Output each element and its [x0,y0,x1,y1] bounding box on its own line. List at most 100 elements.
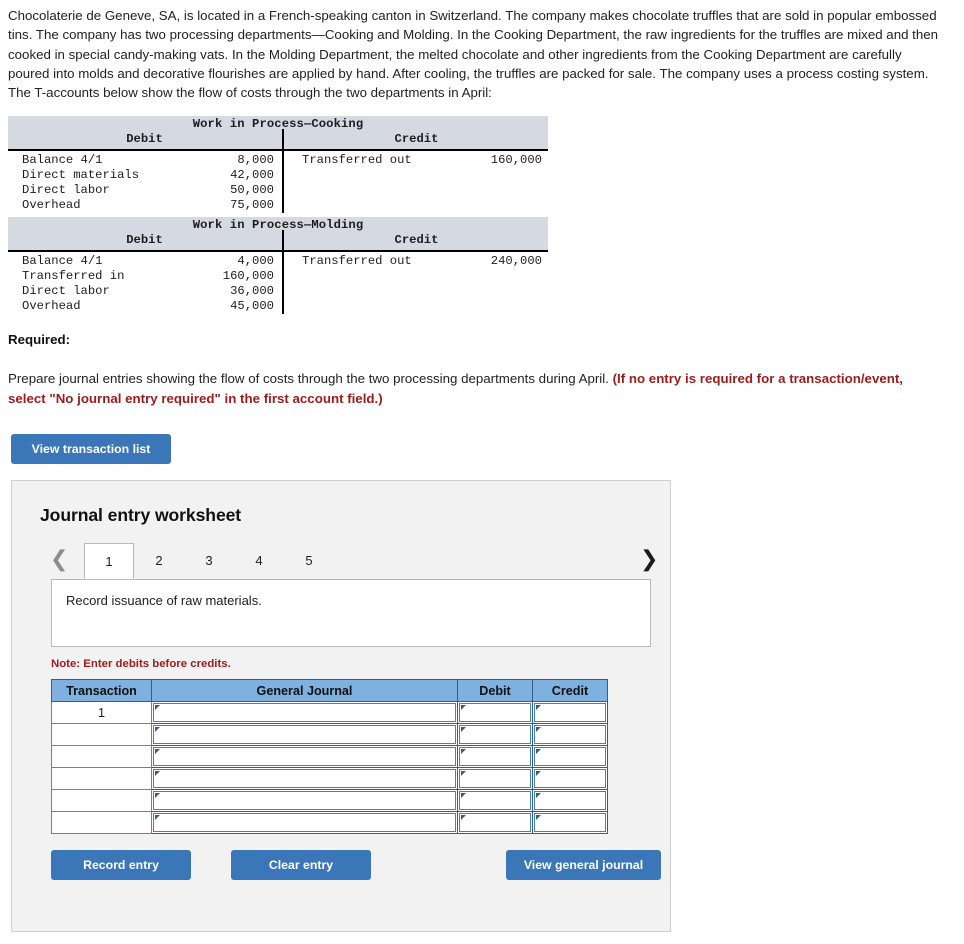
general-journal-cell [151,701,458,725]
t-account-line-label: Direct labor [22,183,110,198]
t-account-line-label: Overhead [22,198,81,213]
transaction-description-text: Record issuance of raw materials. [66,593,262,609]
tab-entry-5[interactable]: 5 [284,543,334,579]
t-account-line-amount: 42,000 [230,168,274,183]
t-account-debit-label: Debit [126,233,163,248]
t-account-line-amount: 45,000 [230,299,274,314]
t-account-credit-side: Transferred out 160,000 [288,153,546,168]
t-account-divider [282,230,284,251]
record-entry-button[interactable]: Record entry [51,850,191,881]
t-account-line-amount: 160,000 [222,269,274,284]
table-row [51,789,608,813]
t-account-debit-side: Balance 4/1 8,000 Direct materials 42,00… [8,153,278,213]
t-account-line-label: Transferred in [22,269,125,284]
credit-input-field[interactable] [534,747,606,767]
debit-input-field[interactable] [459,703,531,723]
chevron-right-icon[interactable]: ❯ [640,547,658,573]
t-account-line-amount: 50,000 [230,183,274,198]
debit-cell [457,789,533,813]
debit-input-field[interactable] [459,725,531,745]
tab-entry-1[interactable]: 1 [84,543,134,580]
t-account-line-amount: 8,000 [237,153,274,168]
t-account-line-amount: 160,000 [490,153,542,168]
account-select-field[interactable] [153,769,456,789]
t-account-line-label: Transferred out [302,153,412,168]
t-account-body: Balance 4/1 8,000 Direct materials 42,00… [8,149,548,214]
t-account-line-label: Direct materials [22,168,140,183]
table-header-row: Transaction General Journal Debit Credit [51,679,608,703]
required-instructions: Prepare journal entries showing the flow… [8,369,938,408]
credit-input-field[interactable] [534,703,606,723]
view-general-journal-button[interactable]: View general journal [506,850,661,881]
transaction-number-cell [51,767,152,791]
debit-input-field[interactable] [459,747,531,767]
debit-cell [457,811,533,835]
t-account-line-amount: 75,000 [230,198,274,213]
worksheet-action-buttons: Record entry Clear entry View general jo… [51,850,670,882]
tab-entry-4[interactable]: 4 [234,543,284,579]
column-header-debit: Debit [457,679,533,703]
column-header-general-journal: General Journal [151,679,458,703]
credit-cell [532,767,608,791]
t-account-line: Balance 4/1 8,000 [8,153,278,168]
t-account-line-amount: 240,000 [490,254,542,269]
general-journal-cell [151,811,458,835]
table-row: 1 [51,701,608,725]
t-account-line: Overhead 75,000 [8,198,278,213]
t-account-header: Work in Process—Molding Debit Credit [8,217,548,251]
t-account-line-amount: 36,000 [230,284,274,299]
general-journal-cell [151,745,458,769]
table-row [51,723,608,747]
transaction-number-cell [51,723,152,747]
tab-entry-3[interactable]: 3 [184,543,234,579]
t-account-divider [282,129,284,150]
t-account-debit-side: Balance 4/1 4,000 Transferred in 160,000… [8,254,278,314]
t-account-divider [282,151,284,214]
t-account-line: Direct labor 50,000 [8,183,278,198]
t-account-credit-label: Credit [394,233,439,248]
credit-cell [532,811,608,835]
debit-input-field[interactable] [459,791,531,811]
debit-cell [457,701,533,725]
t-accounts-group: Work in Process—Cooking Debit Credit Bal… [8,116,548,315]
t-account-body: Balance 4/1 4,000 Transferred in 160,000… [8,250,548,315]
account-select-field[interactable] [153,703,456,723]
t-account-line: Direct labor 36,000 [8,284,278,299]
transaction-number-cell [51,811,152,835]
t-account-line-label: Transferred out [302,254,412,269]
account-select-field[interactable] [153,813,456,833]
t-account-line: Direct materials 42,000 [8,168,278,183]
transaction-number-cell: 1 [51,701,152,725]
account-select-field[interactable] [153,725,456,745]
credit-input-field[interactable] [534,769,606,789]
tab-entry-2[interactable]: 2 [134,543,184,579]
t-account-line-label: Balance 4/1 [22,153,103,168]
t-account-line: Overhead 45,000 [8,299,278,314]
t-account-header: Work in Process—Cooking Debit Credit [8,116,548,150]
debit-cell [457,745,533,769]
credit-cell [532,723,608,747]
credit-input-field[interactable] [534,725,606,745]
table-row [51,811,608,835]
chevron-left-icon[interactable]: ❮ [50,547,68,573]
debit-cell [457,723,533,747]
clear-entry-button[interactable]: Clear entry [231,850,371,881]
t-account-divider [282,252,284,315]
credit-cell [532,701,608,725]
table-row [51,767,608,791]
account-select-field[interactable] [153,747,456,767]
worksheet-tabbar: ❮ 1 2 3 4 5 ❯ [12,543,670,580]
credit-input-field[interactable] [534,813,606,833]
t-account-credit-side: Transferred out 240,000 [288,254,546,269]
required-heading: Required: [8,332,71,348]
credit-input-field[interactable] [534,791,606,811]
t-account-line: Transferred out 160,000 [288,153,546,168]
account-select-field[interactable] [153,791,456,811]
view-transaction-list-button[interactable]: View transaction list [11,434,171,465]
transaction-number-cell [51,745,152,769]
t-account-line-label: Overhead [22,299,81,314]
problem-narrative: Chocolaterie de Geneve, SA, is located i… [8,8,939,101]
debit-input-field[interactable] [459,813,531,833]
t-account-line: Transferred in 160,000 [8,269,278,284]
debit-input-field[interactable] [459,769,531,789]
